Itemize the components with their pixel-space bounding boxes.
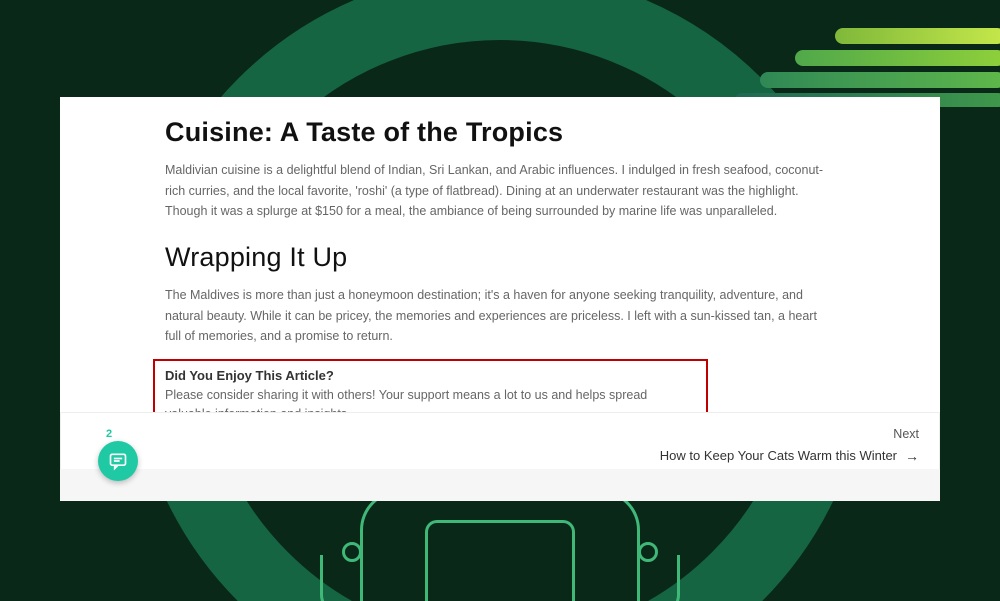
section-heading-cuisine: Cuisine: A Taste of the Tropics xyxy=(165,117,835,148)
section-heading-wrap: Wrapping It Up xyxy=(165,242,835,273)
card-footer-strip xyxy=(60,469,940,501)
bg-stripe xyxy=(835,28,1000,44)
bg-stripe xyxy=(760,72,1000,88)
chat-button[interactable] xyxy=(98,441,138,481)
share-callout-title: Did You Enjoy This Article? xyxy=(165,368,696,383)
chat-count-badge: 2 xyxy=(106,428,112,440)
chat-icon xyxy=(108,451,128,471)
section-body-wrap: The Maldives is more than just a honeymo… xyxy=(165,285,835,347)
next-label: Next xyxy=(81,427,919,441)
section-body-cuisine: Maldivian cuisine is a delightful blend … xyxy=(165,160,835,222)
arrow-right-icon: → xyxy=(905,448,919,464)
next-post-title: How to Keep Your Cats Warm this Winter → xyxy=(660,448,919,464)
bg-stripe xyxy=(795,50,1000,66)
next-post-title-text: How to Keep Your Cats Warm this Winter xyxy=(660,448,897,463)
